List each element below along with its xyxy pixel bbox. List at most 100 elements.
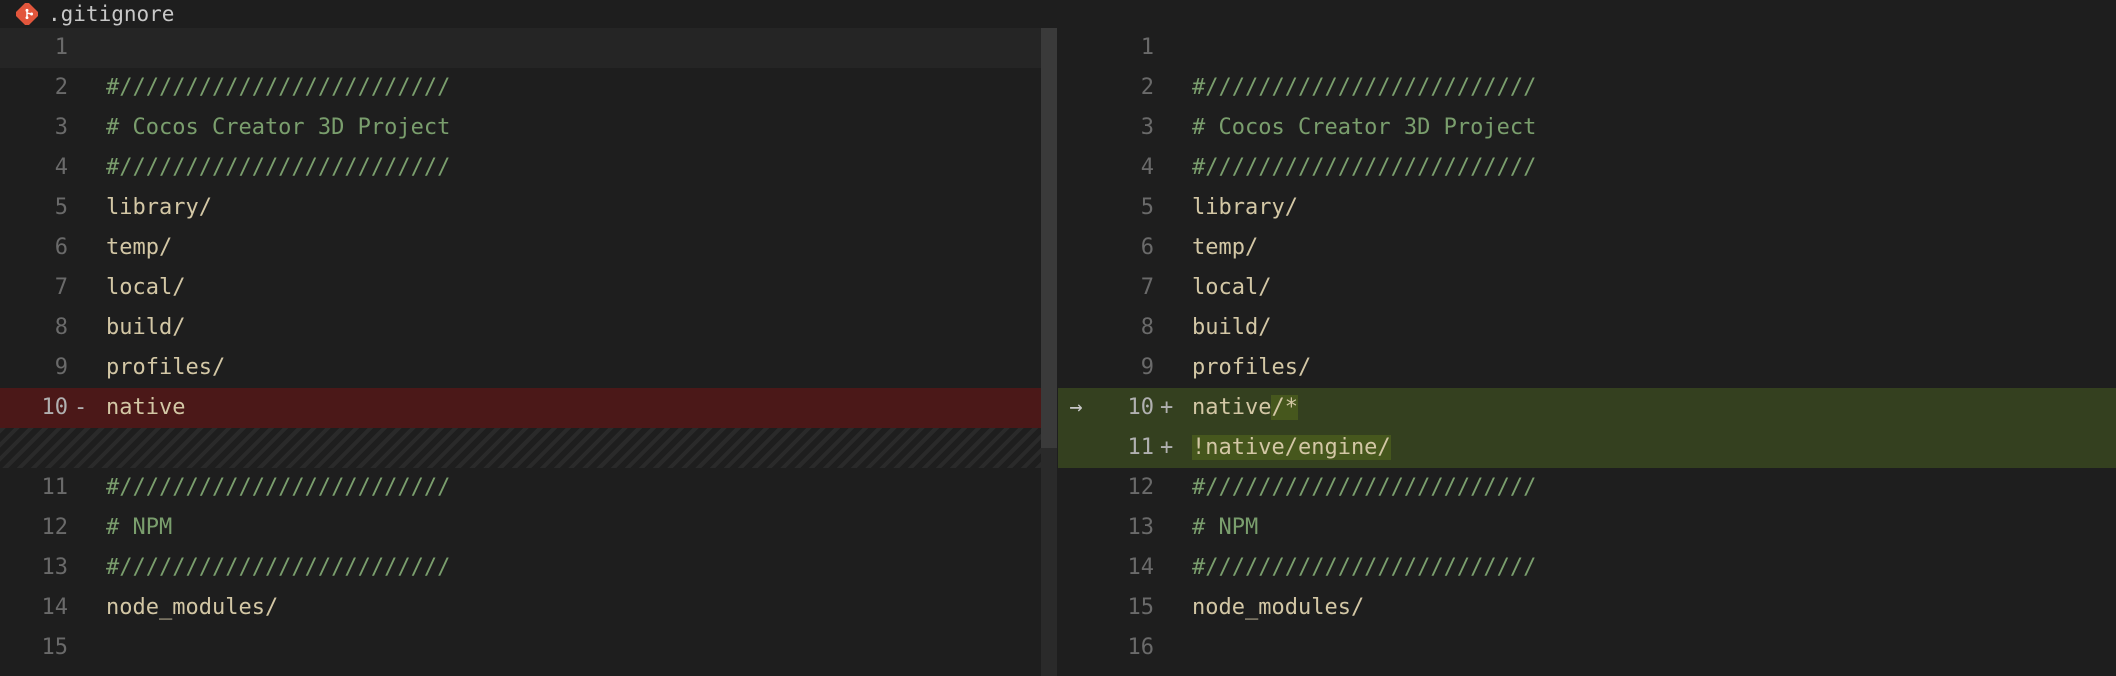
code-content: #///////////////////////// [1192, 68, 2116, 108]
code-line[interactable]: 2 #///////////////////////// [0, 68, 1057, 108]
code-line[interactable]: 15 [0, 628, 1057, 668]
line-number: 4 [0, 148, 74, 188]
code-content: #///////////////////////// [106, 148, 1057, 188]
code-content: library/ [106, 188, 1057, 228]
code-content: # NPM [106, 508, 1057, 548]
line-number: 13 [0, 548, 74, 588]
editor-tab-gitignore[interactable]: .gitignore [16, 2, 174, 26]
code-content: native [106, 388, 1057, 428]
line-number: 1 [1086, 28, 1160, 68]
line-number: 8 [1086, 308, 1160, 348]
line-number: 6 [1086, 228, 1160, 268]
code-line[interactable]: 4 #///////////////////////// [0, 148, 1057, 188]
code-line[interactable]: 11 #///////////////////////// [0, 468, 1057, 508]
code-line[interactable]: 6 temp/ [1058, 228, 2116, 268]
line-number: 8 [0, 308, 74, 348]
code-line[interactable]: 2#///////////////////////// [1058, 68, 2116, 108]
line-number: 7 [0, 268, 74, 308]
line-number: 11 [0, 468, 74, 508]
code-line[interactable]: 15node_modules/ [1058, 588, 2116, 628]
revert-arrow-icon[interactable]: → [1062, 388, 1090, 428]
code-content: #///////////////////////// [106, 548, 1057, 588]
line-number: 14 [0, 588, 74, 628]
code-line[interactable]: 3 # Cocos Creator 3D Project [0, 108, 1057, 148]
line-number: 4 [1086, 148, 1160, 188]
code-content: native/* [1192, 388, 2116, 428]
code-line[interactable]: 10-native [0, 388, 1057, 428]
line-number: 9 [1086, 348, 1160, 388]
code-content: #///////////////////////// [106, 68, 1057, 108]
diff-marker: + [1160, 428, 1180, 468]
code-line[interactable]: 14 #///////////////////////// [1058, 548, 2116, 588]
diff-filler [0, 428, 1057, 468]
code-line[interactable]: 7 local/ [1058, 268, 2116, 308]
diff-pane-original[interactable]: 12 #///////////////////////// 3 # Cocos Cre… [0, 28, 1058, 676]
line-number: 3 [0, 108, 74, 148]
code-content: #///////////////////////// [106, 468, 1057, 508]
code-line[interactable]: 12 # NPM [0, 508, 1057, 548]
code-line[interactable]: 1 [1058, 28, 2116, 68]
line-number: 6 [0, 228, 74, 268]
code-line[interactable]: 4 #///////////////////////// [1058, 148, 2116, 188]
code-content: # NPM [1192, 508, 2116, 548]
code-content: # Cocos Creator 3D Project [106, 108, 1057, 148]
line-number: 13 [1086, 508, 1160, 548]
code-content: !native/engine/ [1192, 428, 2116, 468]
line-number: 5 [1086, 188, 1160, 228]
line-number: 16 [1086, 628, 1160, 668]
code-line[interactable]: 1 [0, 28, 1057, 68]
code-content: local/ [1192, 268, 2116, 308]
code-line[interactable]: 13 # NPM [1058, 508, 2116, 548]
code-line[interactable]: 9 profiles/ [0, 348, 1057, 388]
code-line[interactable]: 7 local/ [0, 268, 1057, 308]
line-number: 12 [0, 508, 74, 548]
code-content: temp/ [1192, 228, 2116, 268]
scroll-thumb[interactable] [1041, 28, 1057, 448]
code-line[interactable]: 8 build/ [0, 308, 1057, 348]
tab-filename: .gitignore [48, 2, 174, 26]
code-content: # Cocos Creator 3D Project [1192, 108, 2116, 148]
line-number: 1 [0, 28, 74, 68]
line-number: 2 [0, 68, 74, 108]
code-content: profiles/ [106, 348, 1057, 388]
git-icon [16, 3, 38, 25]
line-number: 10 [1086, 388, 1160, 428]
diff-marker: + [1160, 388, 1180, 428]
line-number: 5 [0, 188, 74, 228]
line-number: 11 [1086, 428, 1160, 468]
line-number: 14 [1086, 548, 1160, 588]
code-line[interactable]: 8 build/ [1058, 308, 2116, 348]
code-content: local/ [106, 268, 1057, 308]
code-content: node_modules/ [1192, 588, 2116, 628]
code-line[interactable]: 3 # Cocos Creator 3D Project [1058, 108, 2116, 148]
code-line[interactable]: 16 [1058, 628, 2116, 668]
diff-panes: 12#/////////////////////////3# Cocos Cre… [0, 28, 2116, 676]
line-number: 9 [0, 348, 74, 388]
line-number: 3 [1086, 108, 1160, 148]
code-content: #///////////////////////// [1192, 468, 2116, 508]
code-line[interactable]: 5 library/ [0, 188, 1057, 228]
code-content: build/ [106, 308, 1057, 348]
code-content: profiles/ [1192, 348, 2116, 388]
code-content: #///////////////////////// [1192, 548, 2116, 588]
line-number: 10 [0, 388, 74, 428]
code-content: #///////////////////////// [1192, 148, 2116, 188]
line-number: 7 [1086, 268, 1160, 308]
code-content: temp/ [106, 228, 1057, 268]
code-content: build/ [1192, 308, 2116, 348]
minimap[interactable] [1041, 28, 1057, 676]
tab-bar: .gitignore [0, 0, 2116, 28]
code-line[interactable]: 9 profiles/ [1058, 348, 2116, 388]
line-number: 12 [1086, 468, 1160, 508]
code-line[interactable]: →10+ native/* [1058, 388, 2116, 428]
code-line[interactable]: 13 #///////////////////////// [0, 548, 1057, 588]
code-line[interactable]: 11+ !native/engine/ [1058, 428, 2116, 468]
line-number: 15 [0, 628, 74, 668]
code-content: library/ [1192, 188, 2116, 228]
code-line[interactable]: 5 library/ [1058, 188, 2116, 228]
diff-marker: - [74, 388, 94, 428]
code-line[interactable]: 14node_modules/ [0, 588, 1057, 628]
diff-pane-modified[interactable]: 12#/////////////////////////3# Cocos Cre… [1058, 28, 2116, 676]
code-line[interactable]: 6 temp/ [0, 228, 1057, 268]
code-line[interactable]: 12 #///////////////////////// [1058, 468, 2116, 508]
